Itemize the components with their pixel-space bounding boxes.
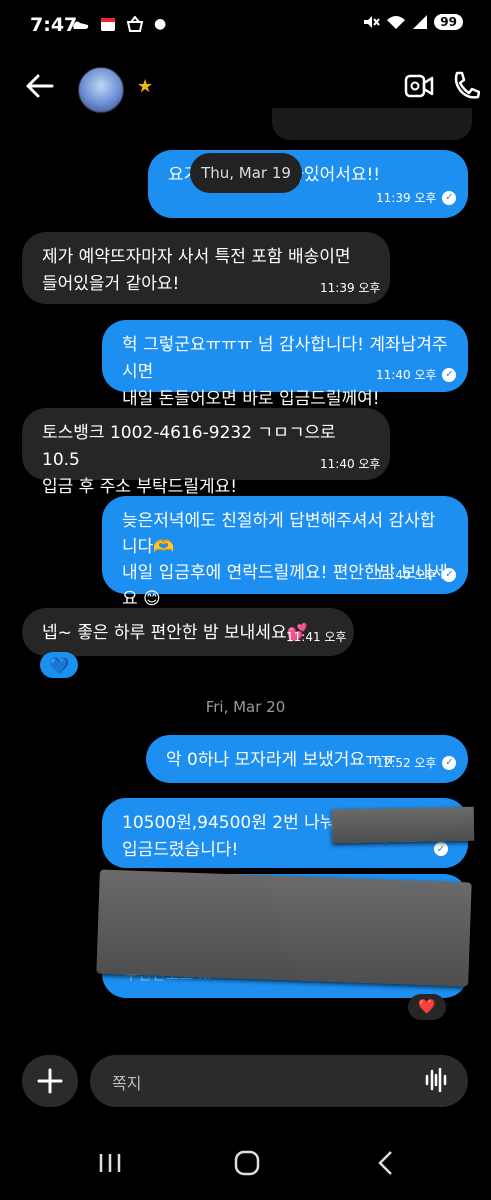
status-left-icons: ● bbox=[72, 16, 166, 32]
message-meta: ✓ bbox=[434, 842, 448, 856]
message-input-placeholder: 쪽지 bbox=[112, 1074, 142, 1093]
message-text-line: 늦은저녁에도 친절하게 답변해주셔서 감사합니다🫶 bbox=[122, 511, 436, 557]
message-text-line: 제가 예약뜨자마자 사서 특전 포함 배송이면 bbox=[42, 247, 351, 267]
basket-icon bbox=[126, 16, 144, 32]
read-check-icon: ✓ bbox=[442, 755, 457, 770]
message-time: 11:40 오후 bbox=[320, 457, 381, 471]
verified-badge-icon: ★ bbox=[137, 76, 154, 97]
read-check-icon: ✓ bbox=[442, 367, 457, 382]
clipped-bubble bbox=[272, 108, 472, 140]
message-time: 12:52 오후 bbox=[376, 756, 437, 770]
status-right: 99 bbox=[362, 14, 463, 30]
battery-badge: 99 bbox=[434, 14, 463, 30]
read-check-icon: ✓ bbox=[442, 567, 457, 582]
phone-call-icon[interactable] bbox=[452, 70, 480, 100]
read-check-icon: ✓ bbox=[434, 842, 448, 856]
home-icon[interactable] bbox=[234, 1150, 260, 1176]
mute-icon bbox=[364, 16, 381, 28]
calendar-icon bbox=[101, 18, 115, 31]
message-meta: 11:40 오후 ✓ bbox=[376, 566, 457, 583]
message-input[interactable] bbox=[90, 1055, 468, 1107]
message-time: 11:40 오후 bbox=[376, 568, 437, 582]
reaction-blue-heart[interactable]: 💙 bbox=[40, 652, 78, 678]
dot-icon: ● bbox=[154, 16, 167, 32]
message-meta: 12:52 오후 ✓ bbox=[376, 754, 457, 771]
video-call-icon[interactable] bbox=[404, 72, 434, 100]
read-check-icon: ✓ bbox=[442, 190, 457, 205]
recent-apps-icon[interactable] bbox=[98, 1152, 122, 1174]
date-pill: Thu, Mar 19 bbox=[190, 153, 302, 193]
back-nav-icon[interactable] bbox=[376, 1150, 394, 1176]
reaction-red-heart[interactable]: ❤️ bbox=[408, 994, 446, 1020]
message-meta: 11:40 오후 ✓ bbox=[376, 366, 457, 383]
add-attachment-button[interactable] bbox=[22, 1055, 78, 1107]
date-divider: Fri, Mar 20 bbox=[205, 698, 286, 716]
plus-icon bbox=[37, 1068, 63, 1094]
message-time: 11:39 오후 bbox=[376, 191, 437, 205]
message-time: 11:40 오후 bbox=[376, 368, 437, 382]
voice-waveform-icon[interactable] bbox=[424, 1066, 448, 1094]
avatar[interactable] bbox=[78, 67, 124, 113]
signal-icon bbox=[413, 15, 428, 29]
message-time: 11:41 오후 bbox=[286, 630, 347, 644]
message-time: 11:39 오후 bbox=[320, 281, 381, 295]
shoe-icon bbox=[73, 21, 89, 29]
message-meta: 11:39 오후 ✓ bbox=[376, 189, 457, 206]
back-arrow-icon[interactable] bbox=[24, 70, 56, 102]
wifi-icon bbox=[387, 16, 406, 29]
status-time: 7:47 bbox=[30, 14, 78, 36]
redaction-block bbox=[96, 869, 472, 987]
redaction-block bbox=[331, 806, 475, 844]
